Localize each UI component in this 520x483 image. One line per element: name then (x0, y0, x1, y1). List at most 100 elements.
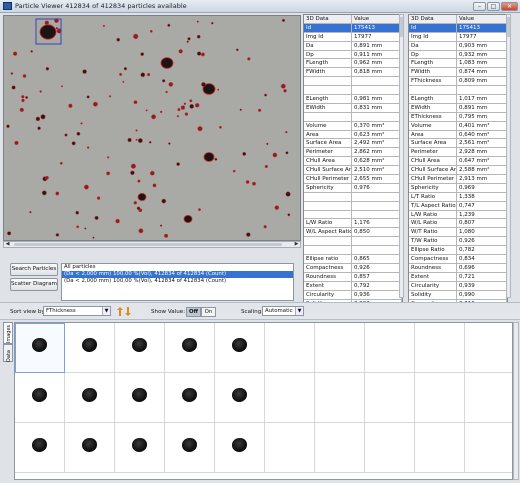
gallery-cell[interactable] (65, 323, 115, 373)
gallery-cell[interactable] (15, 323, 65, 373)
table-value-cell: 2,913 mm (457, 175, 507, 183)
table-header-cell[interactable]: Value (352, 15, 402, 23)
table-label-cell: Extent (409, 272, 457, 281)
particle-mark (76, 131, 81, 136)
table-value-cell: 2,862 mm (352, 148, 402, 157)
particle-mark (159, 224, 163, 227)
filter-list[interactable]: All particles (Da < 2,000 mm) 100,00 %(V… (61, 263, 294, 301)
table-value-cell: 0,818 mm (352, 68, 402, 77)
gallery-cell[interactable] (465, 423, 512, 473)
table-right-scrollbar[interactable] (506, 14, 511, 298)
gallery-cell[interactable] (365, 423, 415, 473)
table-label-cell: Surface Area (304, 139, 352, 148)
particle-thumbnail (132, 438, 147, 452)
gallery-cell[interactable] (65, 373, 115, 423)
scroll-right-icon[interactable]: ▶ (293, 242, 300, 247)
gallery-cell[interactable] (115, 323, 165, 373)
gallery-cell[interactable] (265, 373, 315, 423)
table-label-cell: FLength (304, 59, 352, 68)
table-label-cell (304, 201, 352, 210)
table-label-cell: Extent (304, 281, 352, 290)
maximize-button[interactable]: □ (487, 2, 500, 11)
gallery-cell[interactable] (365, 373, 415, 423)
gallery-cell[interactable] (165, 423, 215, 473)
particle-mark (184, 112, 189, 116)
table-value-cell: 0,857 (352, 272, 402, 281)
gallery-cell[interactable] (165, 323, 215, 373)
gallery-cell[interactable] (265, 323, 315, 373)
tab-images[interactable]: Images (3, 322, 13, 344)
filter-list-item-selected[interactable]: (Da < 2,000 mm) 100,00 %(Vol), 412834 of… (62, 271, 293, 278)
gallery-cell[interactable] (265, 423, 315, 473)
particle-mark (59, 161, 63, 165)
scatter-diagram-button[interactable]: Scatter Diagram (10, 278, 58, 291)
tab-data-label: Data (6, 350, 12, 362)
gallery-cell[interactable] (215, 423, 265, 473)
table-row (409, 86, 507, 96)
table-left-scrollbar[interactable] (399, 14, 404, 298)
image-horizontal-scrollbar[interactable]: ◀ ▶ (3, 241, 301, 248)
table-row: Sphericity 0,976 (304, 183, 402, 193)
sort-descending-icon[interactable] (125, 307, 131, 316)
scroll-left-icon[interactable]: ◀ (4, 242, 11, 247)
particle-mark (19, 107, 24, 113)
gallery-cell[interactable] (415, 373, 465, 423)
table-label-cell (304, 86, 352, 95)
table-value-cell (457, 86, 507, 95)
sort-select[interactable]: FThickness ▼ (43, 306, 111, 316)
gallery-cell[interactable] (465, 373, 512, 423)
gallery-cell[interactable] (15, 423, 65, 473)
tab-data[interactable]: Data (3, 344, 13, 362)
scroll-thumb[interactable] (14, 243, 282, 246)
gallery-cell[interactable] (415, 423, 465, 473)
search-particles-button[interactable]: Search Particles (10, 263, 58, 276)
table-header-cell[interactable]: 3D Data (304, 15, 352, 23)
table-label-cell: Id (409, 23, 457, 32)
gallery-cell[interactable] (315, 423, 365, 473)
particle-gallery[interactable] (14, 322, 513, 480)
gallery-cell[interactable] (415, 323, 465, 373)
table-row: Circularity 0,939 (409, 281, 507, 291)
table-row: CHull Surface Area2,588 mm² (409, 166, 507, 176)
gallery-cell[interactable] (315, 323, 365, 373)
particle-mark (263, 225, 267, 229)
table-value-cell: 0,792 (352, 281, 402, 290)
table-value-cell: 0,891 mm (352, 41, 402, 50)
show-value-off-toggle[interactable]: Off (186, 307, 201, 317)
gallery-cell[interactable] (215, 373, 265, 423)
gallery-cell[interactable] (15, 373, 65, 423)
particle-mark (149, 29, 153, 33)
table-value-cell: 0,782 (457, 246, 507, 255)
table-header-cell[interactable]: 3D Data (409, 15, 457, 23)
table-value-cell: 0,891 mm (457, 103, 507, 112)
particle-mark (196, 20, 199, 23)
particle-mark (102, 24, 106, 28)
table-header-cell[interactable]: Value (457, 15, 507, 23)
filter-list-item[interactable]: (Da < 2,000 mm) 100,00 %(Vol), 412834 of… (62, 278, 293, 285)
particle-mark (218, 125, 222, 129)
close-button[interactable]: ✕ (501, 2, 518, 11)
sort-ascending-icon[interactable] (117, 307, 123, 316)
table-label-cell: CHull Perimeter (304, 175, 352, 183)
table-row: Circularity 0,936 (304, 290, 402, 300)
gallery-cell[interactable] (365, 323, 415, 373)
particle-mark (21, 95, 25, 99)
scaling-select[interactable]: Automatic ▼ (262, 306, 304, 316)
gallery-cell[interactable] (215, 323, 265, 373)
minimize-button[interactable]: – (473, 2, 486, 11)
table-label-cell: Circularity (304, 290, 352, 299)
gallery-cell[interactable] (315, 373, 365, 423)
table-value-cell: 0,874 mm (457, 68, 507, 77)
gallery-cell[interactable] (165, 373, 215, 423)
gallery-cell[interactable] (65, 423, 115, 473)
tab-images-label: Images (6, 324, 12, 344)
show-value-on-toggle[interactable]: On (201, 307, 216, 317)
gallery-scrollbar[interactable] (513, 322, 519, 480)
particle-image-panel[interactable] (3, 15, 301, 241)
particle-thumbnail (182, 338, 197, 352)
gallery-cell[interactable] (465, 323, 512, 373)
gallery-cell[interactable] (115, 373, 165, 423)
gallery-cell[interactable] (115, 423, 165, 473)
particle-data-table-left: 3D Data Value Id 175413 Img Id 17977 Da 0,891 m… (303, 14, 403, 319)
filter-list-item[interactable]: All particles (62, 264, 293, 271)
